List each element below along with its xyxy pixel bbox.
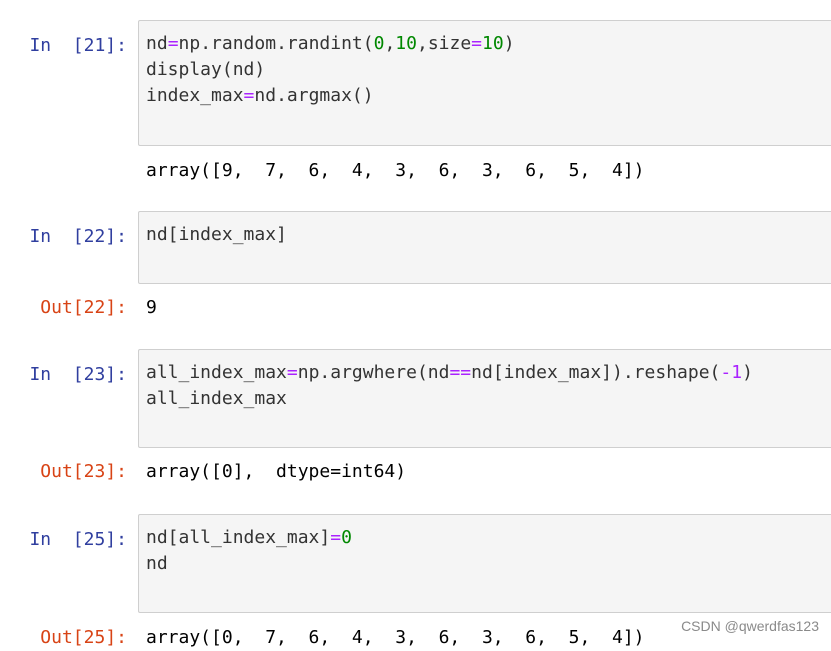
out-prompt: Out[23]: <box>40 461 127 482</box>
code-line: nd=np.random.randint(0,10,size=10) <box>146 33 515 54</box>
code-line: index_max=nd.argmax() <box>146 85 374 106</box>
cell-output: array([0], dtype=int64) <box>146 461 407 482</box>
out-prompt: Out[25]: <box>40 627 127 648</box>
code-line: nd <box>146 553 168 574</box>
in-prompt: In [25]: <box>29 529 127 550</box>
code-line: display(nd) <box>146 59 266 80</box>
in-prompt: In [21]: <box>29 35 127 56</box>
code-line: nd[all_index_max]=0 <box>146 527 352 548</box>
cell-output: array([0, 7, 6, 4, 3, 6, 3, 6, 5, 4]) <box>146 627 645 648</box>
out-prompt: Out[22]: <box>40 297 127 318</box>
code-line: all_index_max <box>146 388 287 409</box>
code-line: nd[index_max] <box>146 224 287 245</box>
code-input[interactable]: all_index_max=np.argwhere(nd==nd[index_m… <box>138 349 831 448</box>
code-line: all_index_max=np.argwhere(nd==nd[index_m… <box>146 362 753 383</box>
cell-output: array([9, 7, 6, 4, 3, 6, 3, 6, 5, 4]) <box>146 160 645 181</box>
code-input[interactable]: nd[index_max] <box>138 211 831 284</box>
in-prompt: In [22]: <box>29 226 127 247</box>
code-input[interactable]: nd[all_index_max]=0 nd <box>138 514 831 613</box>
watermark: CSDN @qwerdfas123 <box>681 618 819 634</box>
code-input[interactable]: nd=np.random.randint(0,10,size=10) displ… <box>138 20 831 146</box>
cell-output: 9 <box>146 297 157 318</box>
in-prompt: In [23]: <box>29 364 127 385</box>
